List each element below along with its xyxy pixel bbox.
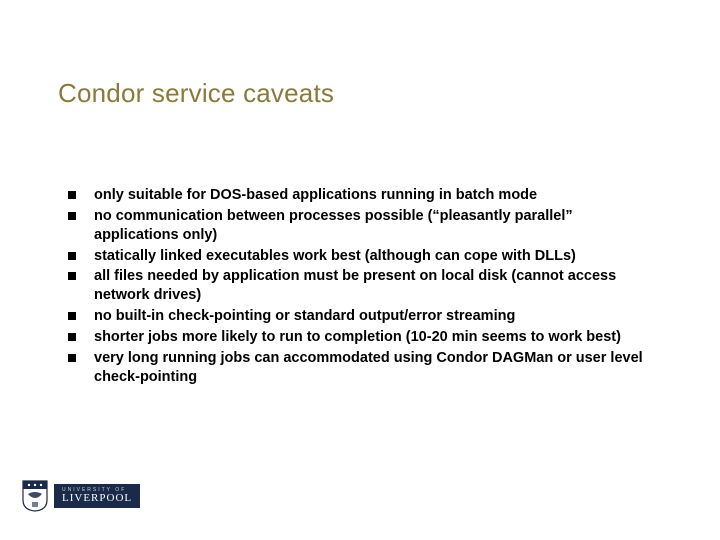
bullet-icon [68, 312, 76, 320]
shield-icon [22, 480, 48, 512]
bullet-text: only suitable for DOS-based applications… [94, 186, 658, 205]
bullet-icon [68, 333, 76, 341]
bullet-icon [68, 272, 76, 280]
footer-logo: UNIVERSITY OF LIVERPOOL [22, 480, 140, 512]
bullet-text: shorter jobs more likely to run to compl… [94, 328, 658, 347]
list-item: no built-in check-pointing or standard o… [68, 307, 658, 326]
bullet-list: only suitable for DOS-based applications… [68, 186, 658, 388]
bullet-icon [68, 354, 76, 362]
bullet-text: no communication between processes possi… [94, 207, 658, 245]
org-badge: UNIVERSITY OF LIVERPOOL [54, 484, 140, 508]
bullet-icon [68, 212, 76, 220]
bullet-icon [68, 252, 76, 260]
bullet-icon [68, 191, 76, 199]
list-item: all files needed by application must be … [68, 267, 658, 305]
bullet-text: all files needed by application must be … [94, 267, 658, 305]
list-item: statically linked executables work best … [68, 247, 658, 266]
list-item: very long running jobs can accommodated … [68, 349, 658, 387]
bullet-text: very long running jobs can accommodated … [94, 349, 658, 387]
bullet-text: statically linked executables work best … [94, 247, 658, 266]
org-name: LIVERPOOL [62, 493, 132, 504]
bullet-text: no built-in check-pointing or standard o… [94, 307, 658, 326]
list-item: only suitable for DOS-based applications… [68, 186, 658, 205]
slide: Condor service caveats only suitable for… [0, 0, 720, 540]
list-item: shorter jobs more likely to run to compl… [68, 328, 658, 347]
list-item: no communication between processes possi… [68, 207, 658, 245]
slide-title: Condor service caveats [58, 78, 334, 109]
